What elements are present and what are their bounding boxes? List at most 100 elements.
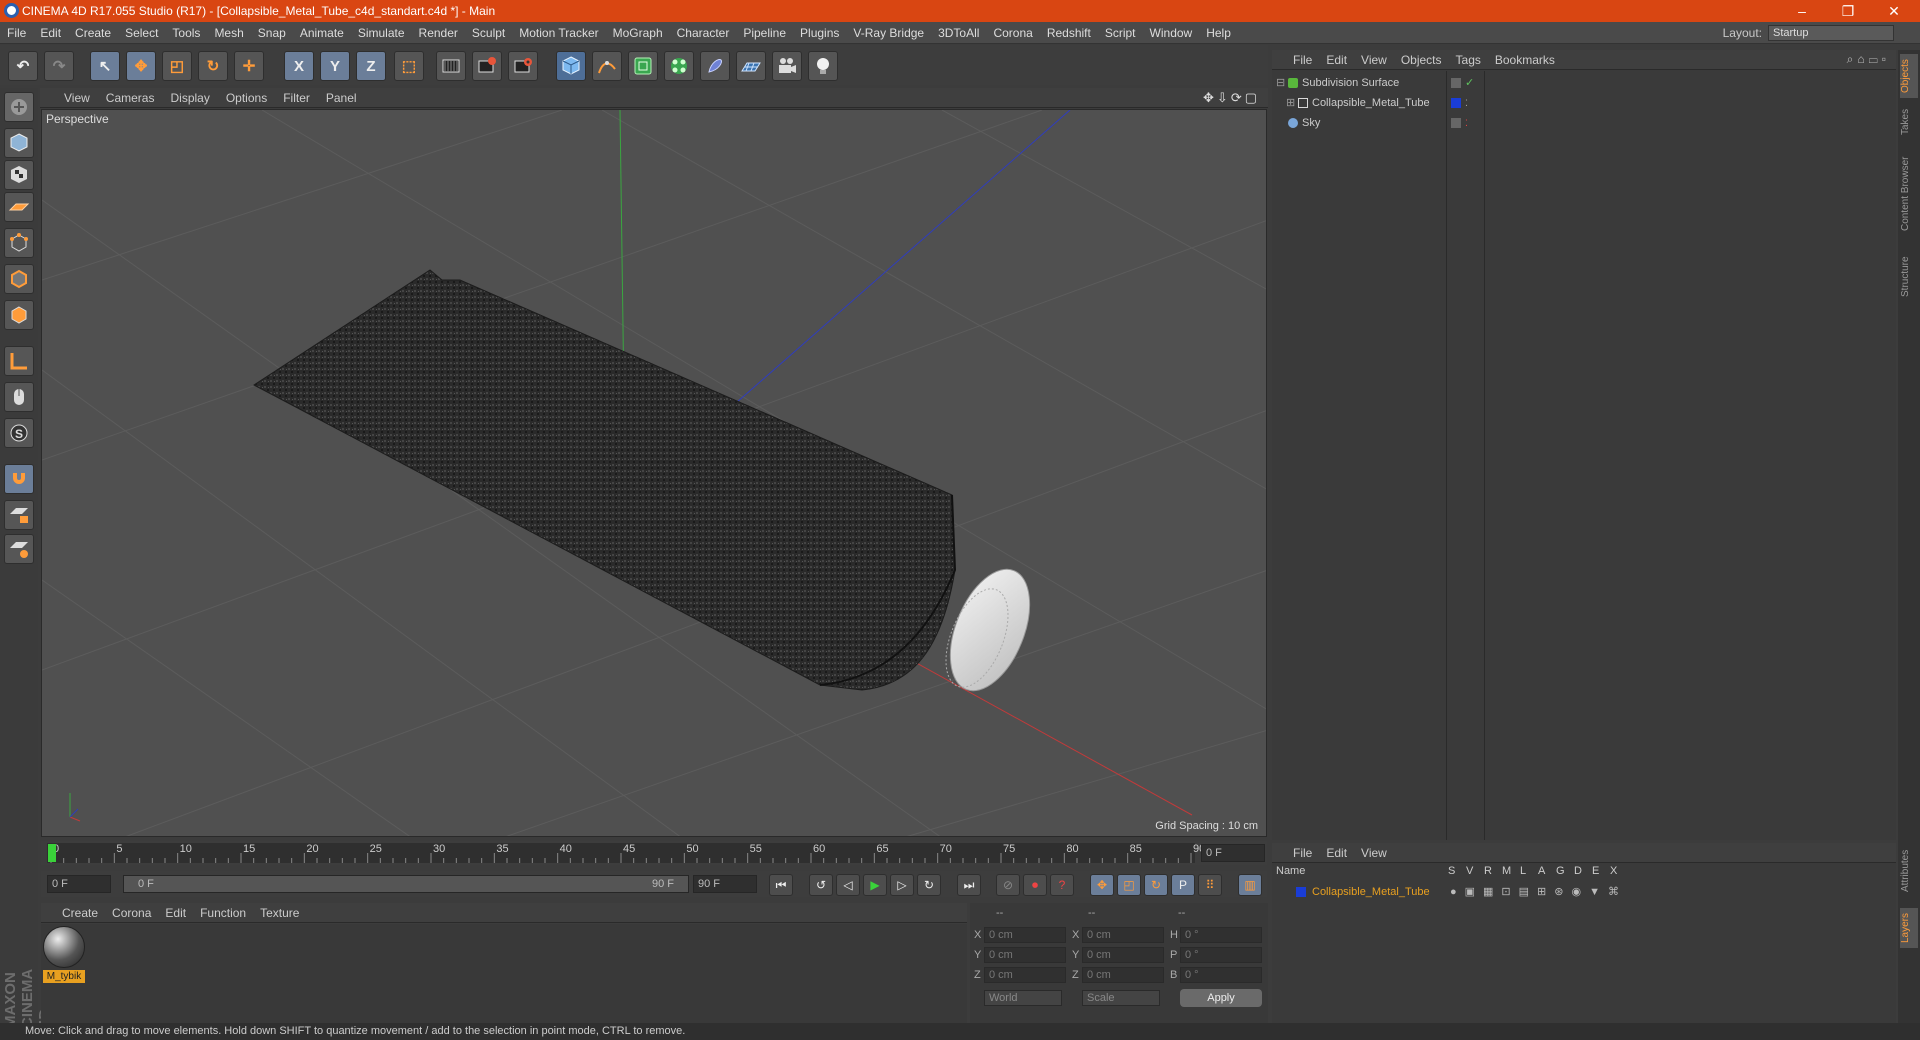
material-item[interactable]: M_tybik bbox=[43, 926, 85, 986]
menu-edit[interactable]: Edit bbox=[33, 22, 68, 44]
autokey-icon[interactable]: ? bbox=[1050, 874, 1074, 896]
pen-spline-button[interactable] bbox=[592, 51, 622, 81]
cloner-button[interactable] bbox=[664, 51, 694, 81]
coordinate-space-dropdown[interactable]: World bbox=[984, 990, 1062, 1006]
key-parameter-icon[interactable]: P bbox=[1171, 874, 1195, 896]
menu-plugins[interactable]: Plugins bbox=[793, 22, 846, 44]
key-scale-icon[interactable]: ◰ bbox=[1117, 874, 1141, 896]
menu-tools[interactable]: Tools bbox=[165, 22, 207, 44]
menu-3dtoall[interactable]: 3DToAll bbox=[931, 22, 986, 44]
menu-select[interactable]: Select bbox=[118, 22, 165, 44]
lock-workplane-button[interactable] bbox=[4, 500, 34, 530]
col-expressions[interactable]: E bbox=[1592, 865, 1599, 877]
obj-menu-bookmarks[interactable]: Bookmarks bbox=[1488, 50, 1562, 70]
menu-window[interactable]: Window bbox=[1143, 22, 1200, 44]
timeline-ruler[interactable]: 0 5 10 15 20 25 30 35 40 45 50 55 60 65 70 75 80 85 90 0 F bbox=[41, 841, 1267, 865]
tab-layers[interactable]: Layers bbox=[1900, 908, 1918, 948]
key-pla-icon[interactable]: ⠿ bbox=[1198, 874, 1222, 896]
key-position-icon[interactable]: ✥ bbox=[1090, 874, 1114, 896]
floor-button[interactable] bbox=[736, 51, 766, 81]
col-deformers[interactable]: D bbox=[1574, 865, 1582, 877]
timeline-window-icon[interactable]: ▥ bbox=[1238, 874, 1262, 896]
col-solo[interactable]: S bbox=[1448, 865, 1455, 877]
obj-menu-file[interactable]: File bbox=[1286, 50, 1319, 70]
menu-character[interactable]: Character bbox=[670, 22, 737, 44]
menu-redshift[interactable]: Redshift bbox=[1040, 22, 1098, 44]
prev-frame-icon[interactable]: ◁ bbox=[836, 874, 860, 896]
mat-menu-edit[interactable]: Edit bbox=[158, 903, 193, 923]
close-button[interactable]: ✕ bbox=[1872, 0, 1916, 22]
key-rotation-icon[interactable]: ↻ bbox=[1144, 874, 1168, 896]
playhead-marker[interactable] bbox=[48, 844, 56, 862]
move-tool-button[interactable]: ✥ bbox=[126, 51, 156, 81]
render-picture-viewer-button[interactable] bbox=[472, 51, 502, 81]
rotation-h-field[interactable]: 0 ° bbox=[1180, 927, 1262, 943]
menu-mesh[interactable]: Mesh bbox=[207, 22, 250, 44]
keyframe-selection-icon[interactable]: ⊘ bbox=[996, 874, 1020, 896]
vp-menu-display[interactable]: Display bbox=[162, 88, 217, 108]
menu-mograph[interactable]: MoGraph bbox=[606, 22, 670, 44]
size-x-field[interactable]: 0 cm bbox=[1082, 927, 1164, 943]
apply-button[interactable]: Apply bbox=[1180, 989, 1262, 1007]
layer-toggles-icons[interactable]: ●▣▦⊡▤⊞⊛◉▼⌘ bbox=[1450, 883, 1627, 901]
undo-button[interactable]: ↶ bbox=[8, 51, 38, 81]
prev-key-icon[interactable]: ↺ bbox=[809, 874, 833, 896]
position-z-field[interactable]: 0 cm bbox=[984, 967, 1066, 983]
menu-pipeline[interactable]: Pipeline bbox=[736, 22, 793, 44]
menu-animate[interactable]: Animate bbox=[293, 22, 351, 44]
mat-menu-corona[interactable]: Corona bbox=[105, 903, 158, 923]
col-animation[interactable]: A bbox=[1538, 865, 1545, 877]
menu-vray-bridge[interactable]: V-Ray Bridge bbox=[846, 22, 931, 44]
magnet-tool-button[interactable] bbox=[4, 464, 34, 494]
play-icon[interactable]: ▶ bbox=[863, 874, 887, 896]
layer-menu-file[interactable]: File bbox=[1286, 843, 1319, 863]
axis-mode-button[interactable] bbox=[4, 346, 34, 376]
render-settings-button[interactable] bbox=[508, 51, 538, 81]
start-frame-field[interactable]: 0 F bbox=[47, 875, 111, 893]
menu-help[interactable]: Help bbox=[1199, 22, 1238, 44]
current-frame-field[interactable]: 0 F bbox=[1201, 844, 1265, 862]
polygons-mode-button[interactable] bbox=[4, 300, 34, 330]
coordinate-system-button[interactable]: ⬚ bbox=[394, 51, 424, 81]
workplane-mode-button[interactable] bbox=[4, 192, 34, 222]
object-row[interactable]: Sky ⁚ bbox=[1274, 114, 1892, 132]
tab-attributes[interactable]: Attributes bbox=[1900, 840, 1918, 902]
size-z-field[interactable]: 0 cm bbox=[1082, 967, 1164, 983]
light-button[interactable] bbox=[808, 51, 838, 81]
camera-button[interactable] bbox=[772, 51, 802, 81]
col-manager[interactable]: M bbox=[1502, 865, 1511, 877]
cube-object-button[interactable] bbox=[556, 51, 586, 81]
maximize-button[interactable]: ❐ bbox=[1826, 0, 1870, 22]
col-name[interactable]: Name bbox=[1276, 865, 1305, 877]
collapse-icon[interactable]: ⊟ bbox=[1276, 74, 1285, 92]
menu-corona[interactable]: Corona bbox=[986, 22, 1039, 44]
deformer-button[interactable] bbox=[700, 51, 730, 81]
vp-menu-cameras[interactable]: Cameras bbox=[98, 88, 163, 108]
tab-takes[interactable]: Takes bbox=[1900, 104, 1918, 140]
obj-menu-edit[interactable]: Edit bbox=[1319, 50, 1354, 70]
col-generators[interactable]: G bbox=[1556, 865, 1565, 877]
rotate-tool-button[interactable]: ↻ bbox=[198, 51, 228, 81]
tab-structure[interactable]: Structure bbox=[1900, 248, 1918, 306]
layer-row[interactable]: Collapsible_Metal_Tube ●▣▦⊡▤⊞⊛◉▼⌘ bbox=[1274, 883, 1892, 901]
range-slider[interactable]: 0 F 90 F bbox=[123, 875, 689, 893]
enabled-check-icon[interactable]: ✓ bbox=[1465, 74, 1474, 92]
expand-icon[interactable]: ⊞ bbox=[1286, 94, 1295, 112]
3d-viewport[interactable]: Perspective Grid Spacing : 10 cm bbox=[41, 109, 1267, 837]
object-row[interactable]: ⊞ Collapsible_Metal_Tube ⁚ bbox=[1274, 94, 1892, 112]
model-mode-button[interactable] bbox=[4, 128, 34, 158]
texture-mode-button[interactable] bbox=[4, 160, 34, 190]
vp-menu-view[interactable]: View bbox=[56, 88, 98, 108]
object-manager-search-icon[interactable]: ⌕⌂▭▫ bbox=[1847, 52, 1890, 67]
next-frame-icon[interactable]: ▷ bbox=[890, 874, 914, 896]
col-render[interactable]: R bbox=[1484, 865, 1492, 877]
layer-color-swatch[interactable] bbox=[1296, 887, 1306, 897]
workplane-settings-button[interactable] bbox=[4, 534, 34, 564]
layout-dropdown[interactable]: Startup bbox=[1768, 25, 1894, 41]
scale-tool-button[interactable]: ◰ bbox=[162, 51, 192, 81]
viewport-nav-icons[interactable]: ✥⇩⟳▢ bbox=[1203, 90, 1260, 106]
mat-menu-texture[interactable]: Texture bbox=[253, 903, 306, 923]
record-active-icon[interactable]: ⏺ bbox=[1023, 874, 1047, 896]
rotation-b-field[interactable]: 0 ° bbox=[1180, 967, 1262, 983]
tab-objects[interactable]: Objects bbox=[1900, 54, 1918, 98]
